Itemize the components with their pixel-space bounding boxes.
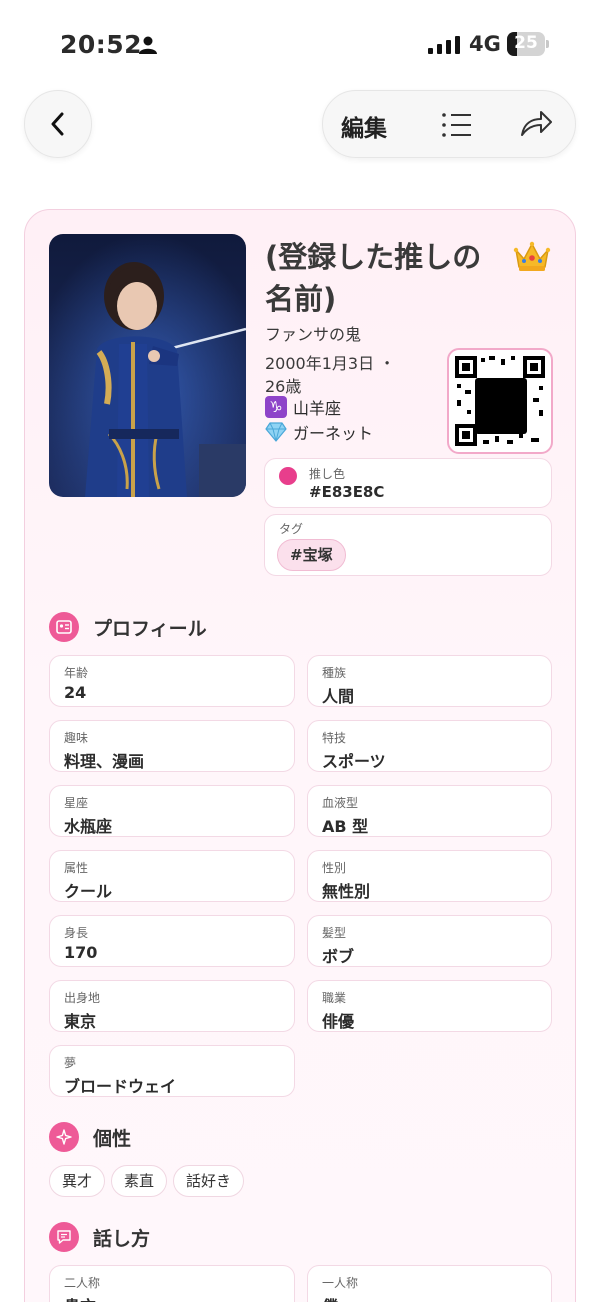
status-time: 20:52 bbox=[60, 30, 143, 59]
profile-title: プロフィール bbox=[93, 617, 207, 640]
profile-field: 身長 170 bbox=[49, 915, 295, 967]
capricorn-icon: ♑ bbox=[265, 396, 287, 418]
oshi-color-box[interactable]: 推し色 #E83E8C bbox=[264, 458, 552, 508]
speech-title: 話し方 bbox=[93, 1227, 151, 1250]
person-icon bbox=[139, 36, 157, 54]
gem-icon bbox=[265, 422, 287, 442]
battery-level: 25 bbox=[514, 33, 538, 53]
network-label: 4G bbox=[469, 32, 501, 56]
profile-field: 星座 水瓶座 bbox=[49, 785, 295, 837]
profile-field: 年齢 24 bbox=[49, 655, 295, 707]
qr-code[interactable] bbox=[447, 348, 553, 454]
zodiac-label: 山羊座 bbox=[293, 399, 342, 418]
tag-box: タグ #宝塚 bbox=[264, 514, 552, 576]
tag-label: タグ bbox=[279, 522, 304, 536]
oshi-color-label: 推し色 bbox=[309, 467, 346, 481]
personality-chip: 話好き bbox=[173, 1165, 245, 1197]
speech-field: 一人称 僕 bbox=[307, 1265, 552, 1302]
profile-field: 種族 人間 bbox=[307, 655, 552, 707]
personality-chip: 素直 bbox=[111, 1165, 168, 1197]
tag-chip[interactable]: #宝塚 bbox=[277, 539, 346, 571]
age: 26歳 bbox=[265, 377, 302, 396]
profile-field: 特技 スポーツ bbox=[307, 720, 552, 772]
edit-button[interactable]: 編集 bbox=[341, 109, 387, 143]
status-bar: 20:52 4G 25 bbox=[0, 0, 600, 90]
oshi-name: (登録した推しの名前) bbox=[265, 240, 482, 316]
profile-field: 趣味 料理、漫画 bbox=[49, 720, 295, 772]
profile-field: 出身地 東京 bbox=[49, 980, 295, 1032]
signal-icon bbox=[428, 36, 460, 54]
birthstone-label: ガーネット bbox=[293, 424, 374, 443]
action-group: 編集 bbox=[322, 90, 576, 158]
speech-section-header: 話し方 bbox=[49, 1222, 150, 1252]
profile-field: 職業 俳優 bbox=[307, 980, 552, 1032]
battery-icon: 25 bbox=[507, 32, 549, 56]
oshi-subtitle: ファンサの鬼 bbox=[265, 325, 362, 344]
birth-date: 2000年1月3日 ・ bbox=[265, 354, 396, 373]
birthstone-row: ガーネット bbox=[265, 420, 373, 444]
chat-icon bbox=[49, 1222, 79, 1252]
share-icon[interactable] bbox=[519, 107, 553, 141]
back-button[interactable] bbox=[24, 90, 92, 158]
oshi-color-value: #E83E8C bbox=[309, 483, 385, 501]
chevron-left-icon bbox=[51, 112, 64, 136]
sparkle-icon bbox=[49, 1122, 79, 1152]
personality-chip: 異才 bbox=[49, 1165, 106, 1197]
profile-field: 血液型 AB 型 bbox=[307, 785, 552, 837]
personality-section-header: 個性 bbox=[49, 1122, 131, 1152]
profile-field: 夢 ブロードウェイ bbox=[49, 1045, 295, 1097]
oshi-color-swatch bbox=[279, 467, 297, 485]
profile-field: 髪型 ボブ bbox=[307, 915, 552, 967]
profile-section-header: プロフィール bbox=[49, 612, 207, 642]
list-icon[interactable] bbox=[441, 109, 473, 141]
personality-title: 個性 bbox=[93, 1127, 132, 1150]
profile-field: 属性 クール bbox=[49, 850, 295, 902]
speech-field: 二人称 貴方 bbox=[49, 1265, 295, 1302]
oshi-card: (登録した推しの名前) ファンサの鬼 2000年1月3日 ・ 26歳 ♑ 山羊座… bbox=[24, 209, 576, 1302]
profile-field: 性別 無性別 bbox=[307, 850, 552, 902]
profile-icon bbox=[49, 612, 79, 642]
oshi-photo[interactable] bbox=[49, 234, 246, 497]
zodiac-row: ♑ 山羊座 bbox=[265, 395, 341, 419]
crown-icon[interactable] bbox=[513, 240, 551, 272]
